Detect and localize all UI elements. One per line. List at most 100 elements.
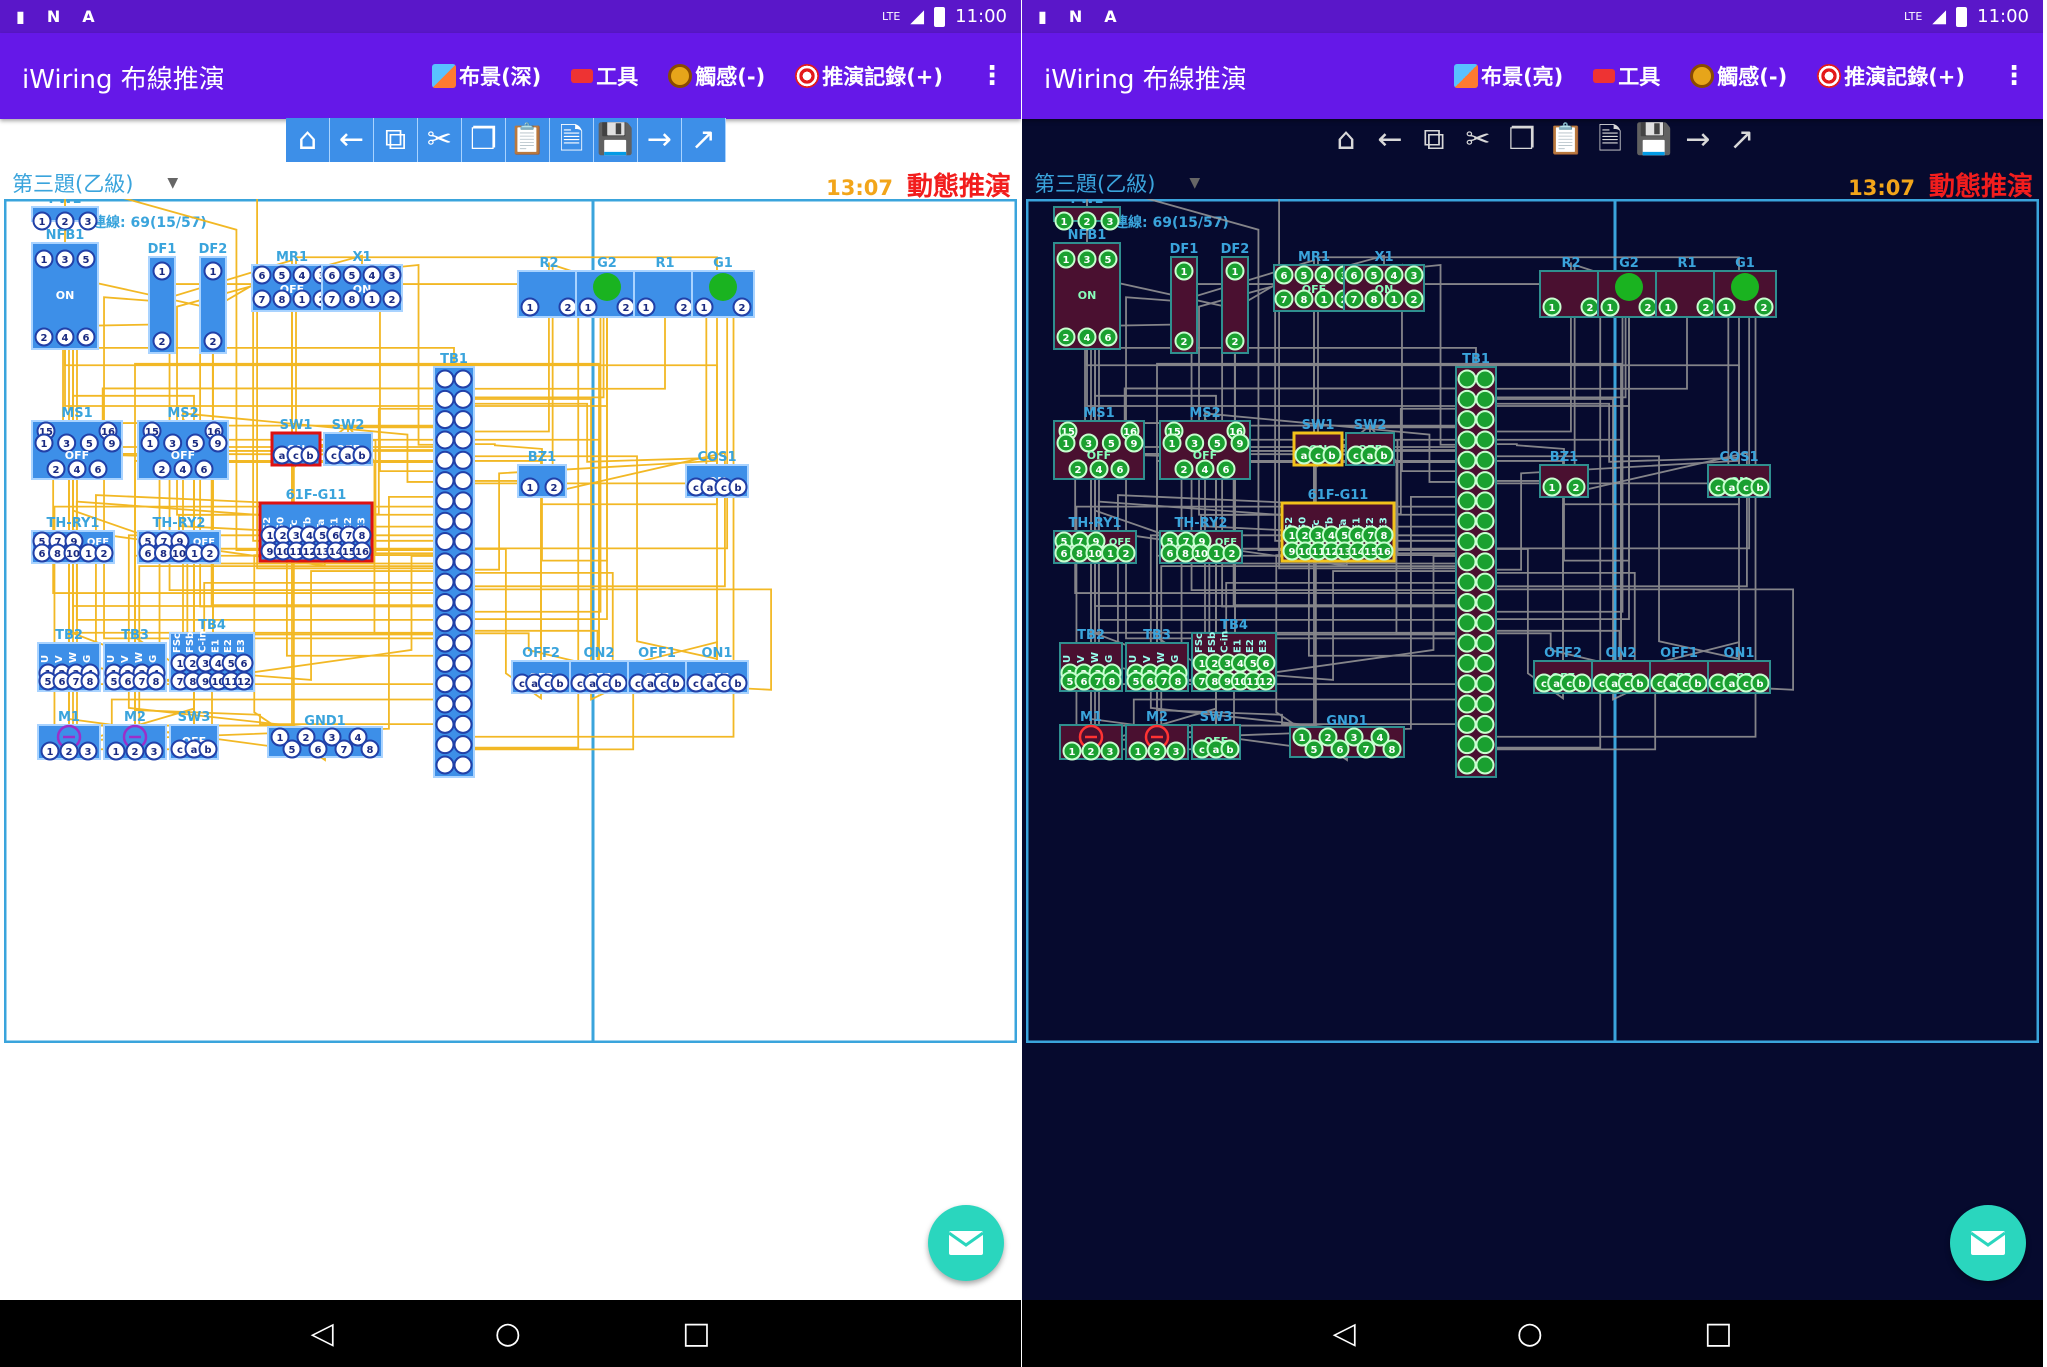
component-cos1[interactable]: COS1ONcacb <box>1707 450 1771 498</box>
tb1-terminal[interactable] <box>453 714 473 734</box>
component-thry1[interactable]: TH-RY15 7 9 OFF6 8 10 1 2 <box>31 516 115 564</box>
component-tb1[interactable]: TB1 <box>433 352 475 778</box>
tb1-terminal[interactable] <box>1457 552 1477 572</box>
tb1-terminal[interactable] <box>453 430 473 450</box>
question-selector[interactable]: 第三題(乙級) ▼ <box>1034 168 1200 198</box>
split-icon[interactable]: ✂ <box>418 118 462 162</box>
tb1-terminal[interactable] <box>453 552 473 572</box>
tb1-terminal[interactable] <box>1475 552 1495 572</box>
component-61f[interactable]: 61F-G11S2 S0 Tc Tb Ta E1 E2 E31 2 3 4 5 6 7 89 10 11 12 13… <box>258 488 374 563</box>
tb1-terminal[interactable] <box>435 410 455 430</box>
tb1-terminal[interactable] <box>1457 430 1477 450</box>
tb1-terminal[interactable] <box>1475 653 1495 673</box>
tb1-terminal[interactable] <box>453 592 473 612</box>
tb1-terminal[interactable] <box>453 755 473 775</box>
tb1-terminal[interactable] <box>1457 592 1477 612</box>
wiring-board[interactable]: 連線: 69(15/57)PW11 2 3NFB11 3 5ON2 4 6DF112DF21… <box>4 199 1017 1043</box>
tb1-terminal[interactable] <box>435 735 455 755</box>
save-icon[interactable]: 💾 <box>1632 118 1676 162</box>
tb1-terminal[interactable] <box>435 450 455 470</box>
component-thry2[interactable]: TH-RY25 7 9 OFF6 8 10 1 2 <box>137 516 221 564</box>
question-selector[interactable]: 第三題(乙級) ▼ <box>12 168 178 198</box>
tb1-terminal[interactable] <box>1457 572 1477 592</box>
tb1-terminal[interactable] <box>1475 714 1495 734</box>
tb1-terminal[interactable] <box>1475 613 1495 633</box>
wire[interactable] <box>1496 459 1740 571</box>
component-m2[interactable]: M2 1 2 3 <box>1125 710 1189 761</box>
tb1-terminal[interactable] <box>1457 714 1477 734</box>
clipboard-icon[interactable]: 📋 <box>1544 118 1588 162</box>
tb1-terminal[interactable] <box>435 633 455 653</box>
tb1-terminal[interactable] <box>435 491 455 511</box>
tb1-terminal[interactable] <box>1457 694 1477 714</box>
wire[interactable] <box>474 459 718 571</box>
tb1-terminal[interactable] <box>1457 532 1477 552</box>
component-tb2[interactable]: TB2UVWG12345678 <box>1059 628 1123 692</box>
copy-icon[interactable]: ⧉ <box>374 118 418 162</box>
message-fab[interactable] <box>1950 1205 2026 1281</box>
tb1-terminal[interactable] <box>435 511 455 531</box>
expand-icon[interactable]: ↗ <box>682 118 726 162</box>
tb1-terminal[interactable] <box>453 694 473 714</box>
tb1-terminal[interactable] <box>1457 491 1477 511</box>
tb1-terminal[interactable] <box>1475 674 1495 694</box>
component-mr1[interactable]: MR16543OFF7812 <box>1273 250 1355 312</box>
component-nfb1[interactable]: NFB1 1 3 5 ON 2 4 6 <box>31 228 99 350</box>
split-icon[interactable]: ✂ <box>1456 118 1500 162</box>
component-g2[interactable]: G2 1 2 <box>575 256 639 318</box>
back-icon[interactable]: ← <box>1368 118 1412 162</box>
forward-icon[interactable]: → <box>1676 118 1720 162</box>
tb1-terminal[interactable] <box>1457 633 1477 653</box>
tb1-terminal[interactable] <box>435 613 455 633</box>
paste-icon[interactable]: ❐ <box>1500 118 1544 162</box>
touch-feedback-button[interactable]: 觸感(-) <box>1690 61 1787 91</box>
tb1-terminal[interactable] <box>1457 410 1477 430</box>
component-pw1[interactable]: PW1 1 2 3 <box>31 199 99 231</box>
component-off2[interactable]: OFF2OFFcacb <box>511 646 571 694</box>
expand-icon[interactable]: ↗ <box>1720 118 1764 162</box>
component-off2[interactable]: OFF2OFFcacb <box>1533 646 1593 694</box>
component-m1[interactable]: M1 1 2 3 <box>37 710 101 761</box>
tb1-terminal[interactable] <box>453 369 473 389</box>
component-g1[interactable]: G1 1 2 <box>1713 256 1777 318</box>
component-r2[interactable]: R2 1 2 <box>1539 256 1603 318</box>
touch-feedback-button[interactable]: 觸感(-) <box>668 61 765 91</box>
tb1-terminal[interactable] <box>453 450 473 470</box>
component-gnd1[interactable]: GND11 2 3 45 6 7 8 <box>1289 714 1405 759</box>
overflow-menu-icon[interactable]: ⋮ <box>1995 63 2033 89</box>
tb1-terminal[interactable] <box>1457 755 1477 775</box>
tb1-terminal[interactable] <box>453 735 473 755</box>
component-x1[interactable]: X16 5 4 3ON7 8 1 2 <box>321 250 403 312</box>
nav-recents-icon[interactable]: □ <box>1704 1318 1732 1349</box>
component-m2[interactable]: M2 1 2 3 <box>103 710 167 761</box>
wiring-board[interactable]: 連線: 69(15/57)PW11 2 3NFB11 3 5ON2 4 6DF112DF21… <box>1026 199 2039 1043</box>
tb1-terminal[interactable] <box>1475 511 1495 531</box>
tb1-terminal[interactable] <box>453 613 473 633</box>
wire[interactable] <box>453 287 666 572</box>
tb1-terminal[interactable] <box>435 369 455 389</box>
component-tb1[interactable]: TB1 <box>1455 352 1497 778</box>
tb1-terminal[interactable] <box>435 755 455 775</box>
tb1-terminal[interactable] <box>1457 613 1477 633</box>
component-mr1[interactable]: MR16543OFF7812 <box>251 250 333 312</box>
tb1-terminal[interactable] <box>453 674 473 694</box>
tb1-terminal[interactable] <box>453 389 473 409</box>
home-icon[interactable]: ⌂ <box>1324 118 1368 162</box>
tb1-terminal[interactable] <box>1475 735 1495 755</box>
nav-back-icon[interactable]: ◁ <box>1333 1318 1356 1349</box>
component-tb3[interactable]: TB3UVWG12345678 <box>103 628 167 692</box>
wire[interactable] <box>474 455 718 670</box>
component-on1[interactable]: ON1OFFcacb <box>1707 646 1771 694</box>
copy-icon[interactable]: ⧉ <box>1412 118 1456 162</box>
tb1-terminal[interactable] <box>435 653 455 673</box>
component-61f[interactable]: 61F-G11S2 S0 Tc Tb Ta E1 E2 E31 2 3 4 5 6 7 89 10 11 12 13… <box>1280 488 1396 563</box>
nav-home-icon[interactable]: ○ <box>495 1318 521 1349</box>
tb1-terminal[interactable] <box>1475 450 1495 470</box>
component-nfb1[interactable]: NFB1 1 3 5 ON 2 4 6 <box>1053 228 1121 350</box>
tb1-terminal[interactable] <box>453 410 473 430</box>
tb1-terminal[interactable] <box>453 471 473 491</box>
tb1-terminal[interactable] <box>1457 511 1477 531</box>
wire[interactable] <box>1097 500 1456 621</box>
component-g2[interactable]: G2 1 2 <box>1597 256 1661 318</box>
component-r1[interactable]: R1 1 2 <box>633 256 697 318</box>
